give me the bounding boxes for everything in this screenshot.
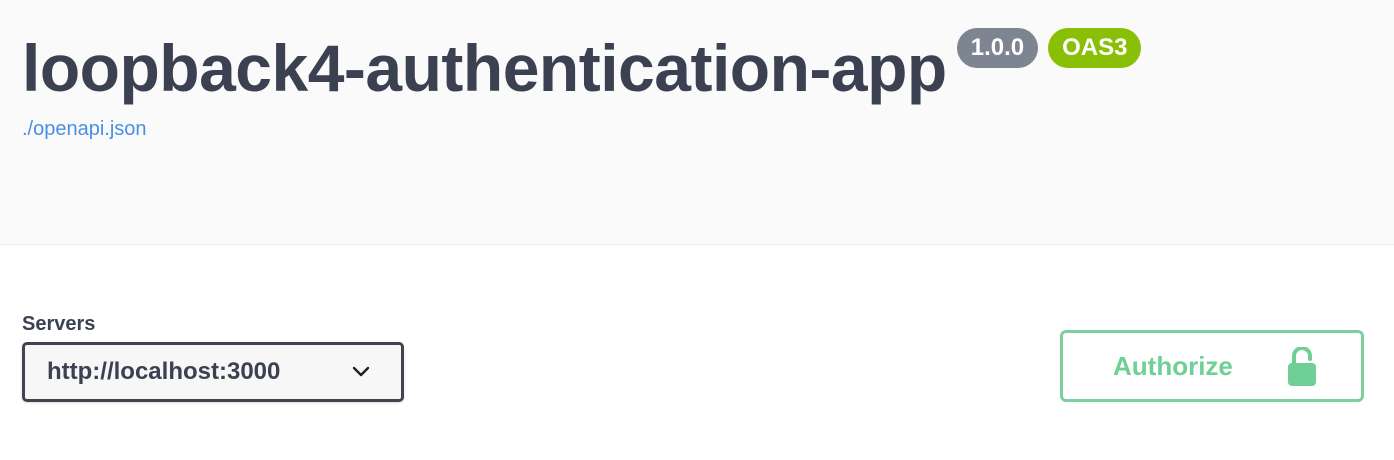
authorize-label: Authorize: [1113, 351, 1233, 381]
servers-select[interactable]: http://localhost:3000: [22, 342, 404, 402]
spec-link[interactable]: ./openapi.json: [22, 118, 147, 141]
authorize-button[interactable]: Authorize: [1060, 330, 1364, 402]
title-row: loopback4-authentication-app 1.0.0 OAS3: [22, 28, 1142, 108]
page-title: loopback4-authentication-app: [22, 31, 947, 105]
version-badge: 1.0.0: [956, 28, 1039, 68]
servers-label: Servers: [22, 313, 96, 335]
info-section: loopback4-authentication-app 1.0.0 OAS3 …: [0, 0, 1394, 245]
unlocked-padlock-icon: [1288, 347, 1316, 386]
oas-badge: OAS3: [1048, 28, 1142, 68]
chevron-down-icon: [352, 366, 370, 377]
servers-selected-value: http://localhost:3000: [47, 358, 281, 385]
